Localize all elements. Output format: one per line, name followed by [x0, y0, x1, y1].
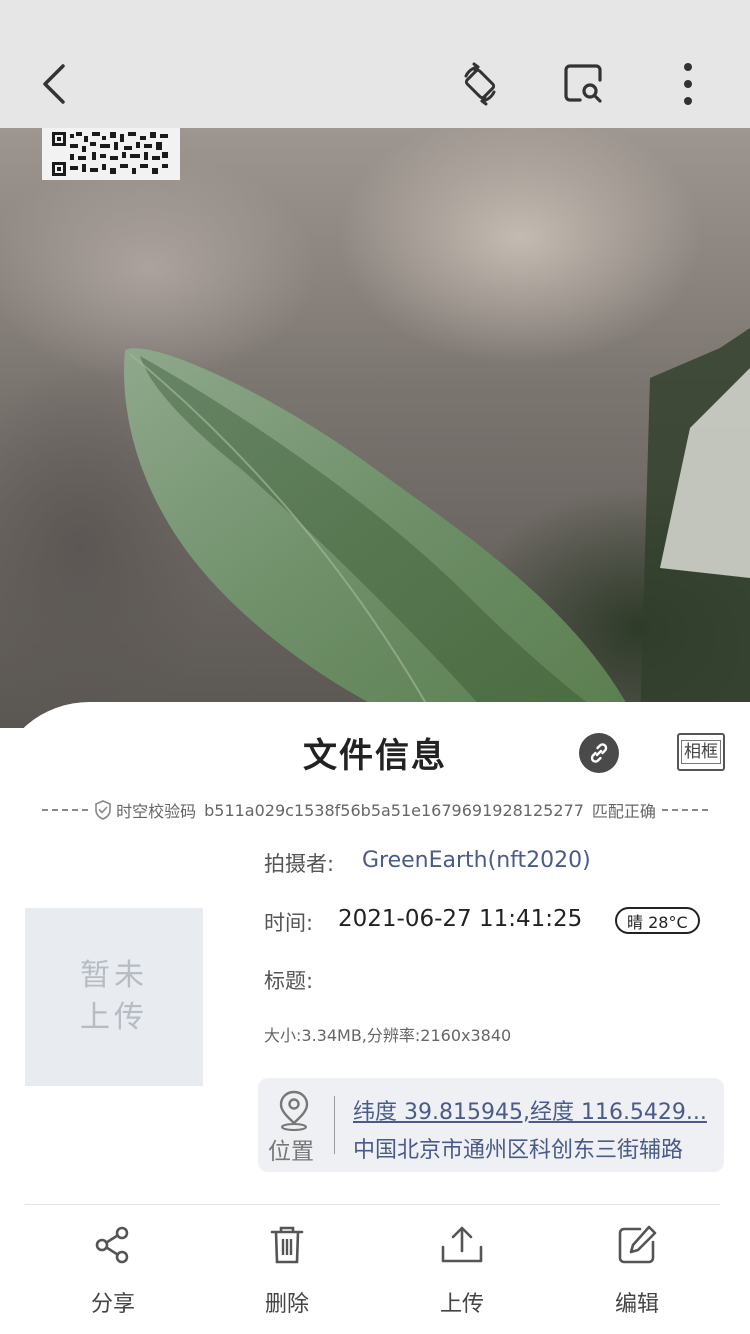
share-label: 分享 [90, 1292, 135, 1317]
delete-label: 删除 [264, 1292, 309, 1317]
location-divider [334, 1096, 335, 1154]
edit-button[interactable]: 编辑 [582, 1220, 692, 1320]
leaf-image [124, 328, 750, 728]
size-resolution: 大小:3.34MB,分辨率:2160x3840 [264, 1026, 512, 1045]
dashed-divider-right [661, 809, 708, 811]
location-label: 位置 [268, 1139, 314, 1165]
thumbnail-placeholder-text: 暂未上传 [80, 958, 148, 1035]
edit-label: 编辑 [614, 1292, 659, 1317]
location-card[interactable]: 位置 纬度 39.815945,经度 116.5429... 中国北京市通州区科… [258, 1078, 724, 1172]
rotate-icon [464, 62, 496, 106]
share-button[interactable]: 分享 [58, 1220, 168, 1320]
upload-button[interactable]: 上传 [407, 1220, 517, 1320]
verify-label: 时空校验码 [116, 802, 197, 821]
sheet-title: 文件信息 [303, 736, 447, 776]
location-pin-icon [274, 1088, 314, 1132]
link-button[interactable] [579, 733, 619, 773]
file-info-sheet: 文件信息 相框 时空校验码 b511a029c1538f56b5a51e1679… [0, 702, 750, 1334]
weather-badge: 晴 28°C [615, 907, 700, 934]
verification-row: 时空校验码 b511a029c1538f56b5a51e167969192812… [0, 798, 750, 822]
link-icon [590, 743, 608, 763]
edit-icon [615, 1220, 659, 1270]
title-label: 标题: [264, 969, 314, 993]
time-label: 时间: [264, 911, 314, 935]
time-value: 2021-06-27 11:41:25 [338, 906, 583, 932]
frame-button[interactable]: 相框 [677, 733, 725, 771]
trash-icon [265, 1220, 309, 1270]
location-coords-link[interactable]: 纬度 39.815945,经度 116.5429... [353, 1094, 721, 1126]
dashed-divider-left [42, 809, 89, 811]
more-vertical-icon [684, 63, 692, 105]
top-bar [0, 0, 750, 128]
upload-icon [440, 1220, 484, 1270]
rotate-button[interactable] [454, 58, 506, 110]
verify-status: 匹配正确 [591, 802, 656, 821]
more-button[interactable] [664, 58, 712, 110]
delete-button[interactable]: 删除 [232, 1220, 342, 1320]
frame-button-label: 相框 [681, 740, 721, 764]
verify-code: b511a029c1538f56b5a51e1679691928125277 [204, 800, 584, 820]
scan-search-button[interactable] [558, 58, 610, 110]
location-address: 中国北京市通州区科创东三街辅路 [353, 1138, 684, 1163]
upload-label: 上传 [439, 1292, 484, 1317]
photo-viewer[interactable] [0, 128, 750, 728]
action-divider [25, 1204, 720, 1205]
share-icon [91, 1220, 135, 1270]
author-label: 拍摄者: [264, 852, 335, 876]
shield-check-icon [94, 800, 112, 820]
chevron-left-icon [43, 64, 65, 104]
thumbnail-placeholder: 暂未上传 [25, 908, 203, 1086]
scan-search-icon [564, 64, 602, 103]
back-button[interactable] [28, 58, 80, 110]
author-value: GreenEarth(nft2020) [362, 848, 591, 873]
